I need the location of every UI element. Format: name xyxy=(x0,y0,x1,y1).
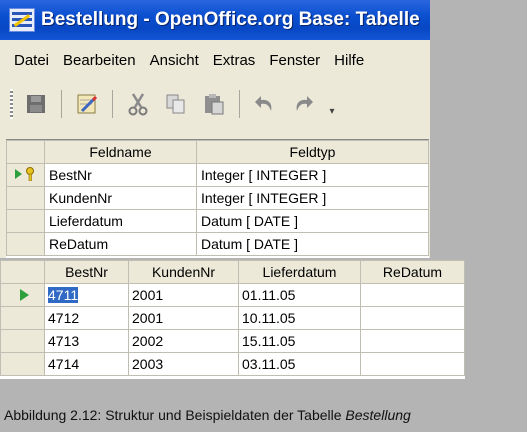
table-cell[interactable]: 4712 xyxy=(44,306,129,330)
table-cell[interactable]: 4714 xyxy=(44,352,129,376)
window-title: Bestellung - OpenOffice.org Base: Tabell… xyxy=(41,9,420,30)
edit-icon[interactable] xyxy=(74,91,100,117)
corner-cell xyxy=(6,140,45,164)
table-cell[interactable]: 10.11.05 xyxy=(238,306,361,330)
paste-icon[interactable] xyxy=(201,91,227,117)
table-cell[interactable] xyxy=(360,352,465,376)
design-row[interactable]: KundenNr Integer [ INTEGER ] xyxy=(6,186,429,210)
toolbar: ▾ xyxy=(0,80,430,128)
row-header[interactable] xyxy=(6,232,45,256)
table-cell[interactable] xyxy=(360,283,465,307)
table-cell[interactable]: 03.11.05 xyxy=(238,352,361,376)
toolbar-separator xyxy=(239,90,240,118)
column-header-redatum[interactable]: ReDatum xyxy=(360,260,465,284)
row-header[interactable] xyxy=(0,329,45,353)
design-row[interactable]: ReDatum Datum [ DATE ] xyxy=(6,232,429,256)
field-name-cell[interactable]: KundenNr xyxy=(44,186,197,210)
corner-cell xyxy=(0,260,45,284)
menu-datei[interactable]: Datei xyxy=(14,52,49,69)
save-icon[interactable] xyxy=(23,91,49,117)
field-type-cell[interactable]: Datum [ DATE ] xyxy=(196,209,429,233)
row-header[interactable] xyxy=(6,163,45,187)
table-cell[interactable]: 15.11.05 xyxy=(238,329,361,353)
table-cell[interactable]: 2001 xyxy=(128,306,239,330)
row-header[interactable] xyxy=(0,306,45,330)
table-cell[interactable] xyxy=(360,306,465,330)
copy-icon[interactable] xyxy=(163,91,189,117)
menu-fenster[interactable]: Fenster xyxy=(269,52,320,69)
table-row[interactable]: 4711 2001 01.11.05 xyxy=(0,283,465,307)
row-header[interactable] xyxy=(0,352,45,376)
base-table-icon xyxy=(9,8,35,32)
table-row[interactable]: 4714 2003 03.11.05 xyxy=(0,352,465,376)
field-type-cell[interactable]: Integer [ INTEGER ] xyxy=(196,163,429,187)
redo-icon[interactable] xyxy=(290,91,316,117)
menu-hilfe[interactable]: Hilfe xyxy=(334,52,364,69)
field-name-cell[interactable]: Lieferdatum xyxy=(44,209,197,233)
field-type-cell[interactable]: Datum [ DATE ] xyxy=(196,232,429,256)
column-header-feldtyp[interactable]: Feldtyp xyxy=(196,140,429,164)
field-name-cell[interactable]: ReDatum xyxy=(44,232,197,256)
toolbar-separator xyxy=(61,90,62,118)
menu-ansicht[interactable]: Ansicht xyxy=(150,52,199,69)
table-row[interactable]: 4712 2001 10.11.05 xyxy=(0,306,465,330)
cut-icon[interactable] xyxy=(125,91,151,117)
table-cell[interactable]: 2003 xyxy=(128,352,239,376)
menu-bar: Datei Bearbeiten Ansicht Extras Fenster … xyxy=(0,40,430,80)
menu-extras[interactable]: Extras xyxy=(213,52,256,69)
table-cell[interactable]: 2002 xyxy=(128,329,239,353)
row-header[interactable] xyxy=(6,209,45,233)
column-header-bestnr[interactable]: BestNr xyxy=(44,260,129,284)
primary-key-icon xyxy=(24,166,36,184)
column-header-lieferdatum[interactable]: Lieferdatum xyxy=(238,260,361,284)
toolbar-separator xyxy=(112,90,113,118)
toolbar-grip[interactable] xyxy=(10,89,13,119)
table-design-grid: Feldname Feldtyp BestNr Integer [ INTEGE… xyxy=(6,139,429,258)
selected-cell-text: 4711 xyxy=(48,287,79,303)
app-window: Bestellung - OpenOffice.org Base: Tabell… xyxy=(0,0,430,258)
row-header[interactable] xyxy=(6,186,45,210)
table-cell[interactable]: 2001 xyxy=(128,283,239,307)
toolbar-overflow-icon[interactable]: ▾ xyxy=(328,91,336,117)
field-type-cell[interactable]: Integer [ INTEGER ] xyxy=(196,186,429,210)
table-cell[interactable] xyxy=(360,329,465,353)
table-cell[interactable]: 4711 xyxy=(44,283,129,307)
table-cell[interactable]: 4713 xyxy=(44,329,129,353)
figure-caption: Abbildung 2.12: Struktur und Beispieldat… xyxy=(4,407,527,423)
menu-bearbeiten[interactable]: Bearbeiten xyxy=(63,52,136,69)
current-row-arrow-icon xyxy=(15,167,23,183)
table-row[interactable]: 4713 2002 15.11.05 xyxy=(0,329,465,353)
design-row[interactable]: Lieferdatum Datum [ DATE ] xyxy=(6,209,429,233)
table-data-grid: BestNr KundenNr Lieferdatum ReDatum 4711… xyxy=(0,260,465,379)
row-header[interactable] xyxy=(0,283,45,307)
current-row-arrow-icon xyxy=(19,289,29,301)
table-cell[interactable]: 01.11.05 xyxy=(238,283,361,307)
caption-emphasis: Bestellung xyxy=(345,407,411,423)
column-header-feldname[interactable]: Feldname xyxy=(44,140,197,164)
design-row[interactable]: BestNr Integer [ INTEGER ] xyxy=(6,163,429,187)
column-header-kundennr[interactable]: KundenNr xyxy=(128,260,239,284)
undo-icon[interactable] xyxy=(252,91,278,117)
caption-text: Abbildung 2.12: Struktur und Beispieldat… xyxy=(4,407,342,423)
field-name-cell[interactable]: BestNr xyxy=(44,163,197,187)
title-bar: Bestellung - OpenOffice.org Base: Tabell… xyxy=(0,0,430,40)
